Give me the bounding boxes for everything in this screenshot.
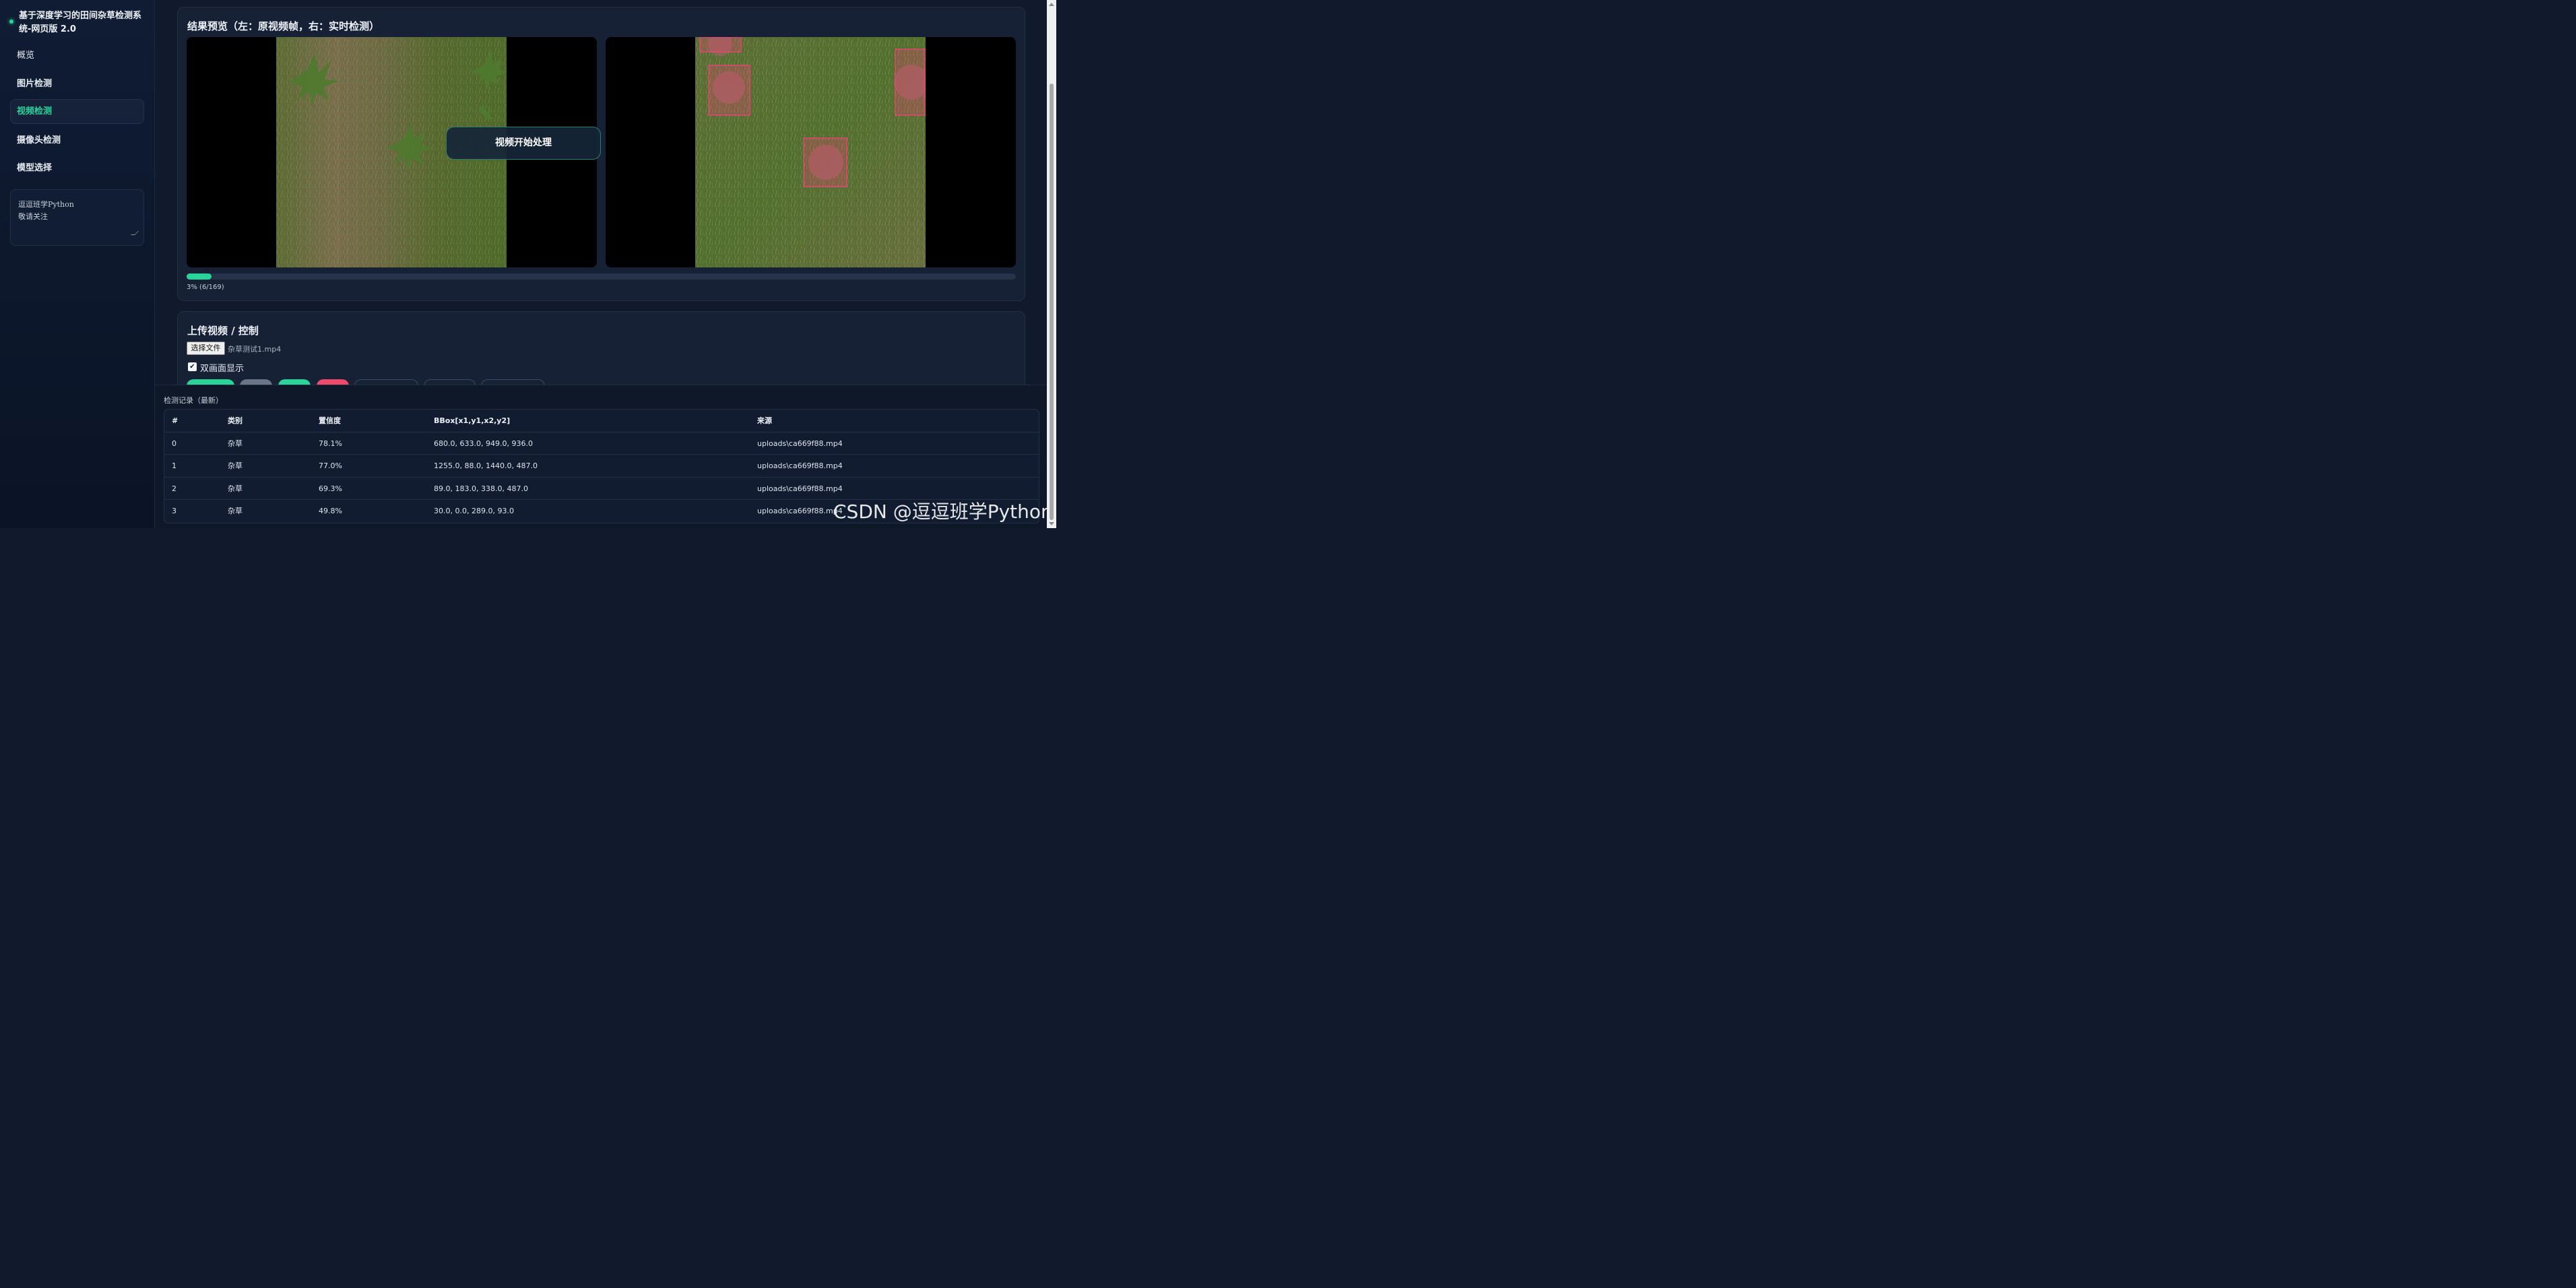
cell-index: 2 (172, 484, 176, 493)
sidebar-item-video-detection[interactable]: 视频检测 (10, 99, 144, 124)
note-textarea[interactable]: 逗逗班学Python 敬请关注 (10, 189, 144, 246)
scroll-down-icon[interactable] (1049, 522, 1054, 525)
status-dot-icon (9, 20, 13, 24)
sidebar-item-model-select[interactable]: 模型选择 (10, 156, 144, 181)
cell-confidence: 49.8% (319, 507, 342, 516)
detection-video-frame (606, 37, 1016, 267)
bbox-3 (895, 49, 926, 116)
cell-confidence: 77.0% (319, 461, 342, 471)
cell-class: 杂草 (228, 507, 243, 516)
cell-index: 3 (172, 507, 176, 516)
detection-frame-image (695, 37, 926, 267)
records-title: 检测记录（最新） (164, 396, 223, 405)
processing-toast: 视频开始处理 (446, 127, 601, 160)
cell-source: uploads\ca669f88.mp4 (757, 439, 843, 448)
progress-bar (187, 273, 1016, 280)
col-source: 来源 (757, 416, 772, 425)
app-title: 基于深度学习的田间杂草检测系统-网页版 2.0 (19, 11, 142, 34)
dual-view-label[interactable]: 双画面显示 (200, 361, 244, 374)
cell-class: 杂草 (228, 461, 243, 471)
scrollbar-thumb[interactable] (1050, 84, 1054, 520)
progress-text: 3% (6/169) (187, 284, 224, 291)
cell-bbox: 30.0, 0.0, 289.0, 93.0 (434, 507, 514, 516)
upload-title: 上传视频 / 控制 (187, 325, 259, 337)
cell-class: 杂草 (228, 484, 243, 493)
app-window: 基于深度学习的田间杂草检测系统-网页版 2.0 概览 图片检测 视频检测 摄像头… (0, 0, 1056, 528)
col-confidence: 置信度 (319, 416, 341, 425)
col-class: 类别 (228, 416, 243, 425)
brand: 基于深度学习的田间杂草检测系统-网页版 2.0 (9, 9, 148, 36)
table-header: # 类别 置信度 BBox[x1,y1,x2,y2] 来源 (164, 410, 1039, 432)
cell-confidence: 78.1% (319, 439, 342, 448)
sidebar-item-overview[interactable]: 概览 (10, 43, 144, 68)
cell-bbox: 680.0, 633.0, 949.0, 936.0 (434, 439, 533, 448)
cell-bbox: 1255.0, 88.0, 1440.0, 487.0 (434, 461, 538, 471)
cell-confidence: 69.3% (319, 484, 342, 493)
choose-file-button[interactable]: 选择文件 (187, 342, 225, 355)
cell-source: uploads\ca669f88.mp4 (757, 484, 843, 493)
sidebar-item-image-detection[interactable]: 图片检测 (10, 71, 144, 96)
cell-source: uploads\ca669f88.mp4 (757, 507, 843, 516)
watermark: CSDN @逗逗班学Python (833, 501, 1053, 523)
progress-fill (187, 273, 212, 280)
bbox-4 (699, 37, 742, 53)
table-row[interactable]: 0 杂草 78.1% 680.0, 633.0, 949.0, 936.0 up… (164, 432, 1039, 455)
col-index: # (172, 416, 179, 425)
cell-index: 1 (172, 461, 176, 471)
scroll-up-icon[interactable] (1049, 3, 1054, 6)
cell-class: 杂草 (228, 439, 243, 448)
cell-bbox: 89.0, 183.0, 338.0, 487.0 (434, 484, 528, 493)
col-bbox: BBox[x1,y1,x2,y2] (434, 416, 511, 425)
file-name: 杂草测试1.mp4 (228, 345, 282, 354)
preview-title: 结果预览（左：原视频帧，右：实时检测） (187, 20, 380, 32)
scrollbar[interactable] (1047, 0, 1056, 528)
sidebar-item-camera-detection[interactable]: 摄像头检测 (10, 128, 144, 153)
dual-view-checkbox[interactable]: ✔ (188, 362, 197, 371)
cell-index: 0 (172, 439, 176, 448)
bbox-2 (803, 137, 847, 187)
bbox-1 (708, 65, 750, 116)
sidebar: 基于深度学习的田间杂草检测系统-网页版 2.0 概览 图片检测 视频检测 摄像头… (0, 0, 155, 528)
table-row[interactable]: 1 杂草 77.0% 1255.0, 88.0, 1440.0, 487.0 u… (164, 455, 1039, 478)
cell-source: uploads\ca669f88.mp4 (757, 461, 843, 471)
